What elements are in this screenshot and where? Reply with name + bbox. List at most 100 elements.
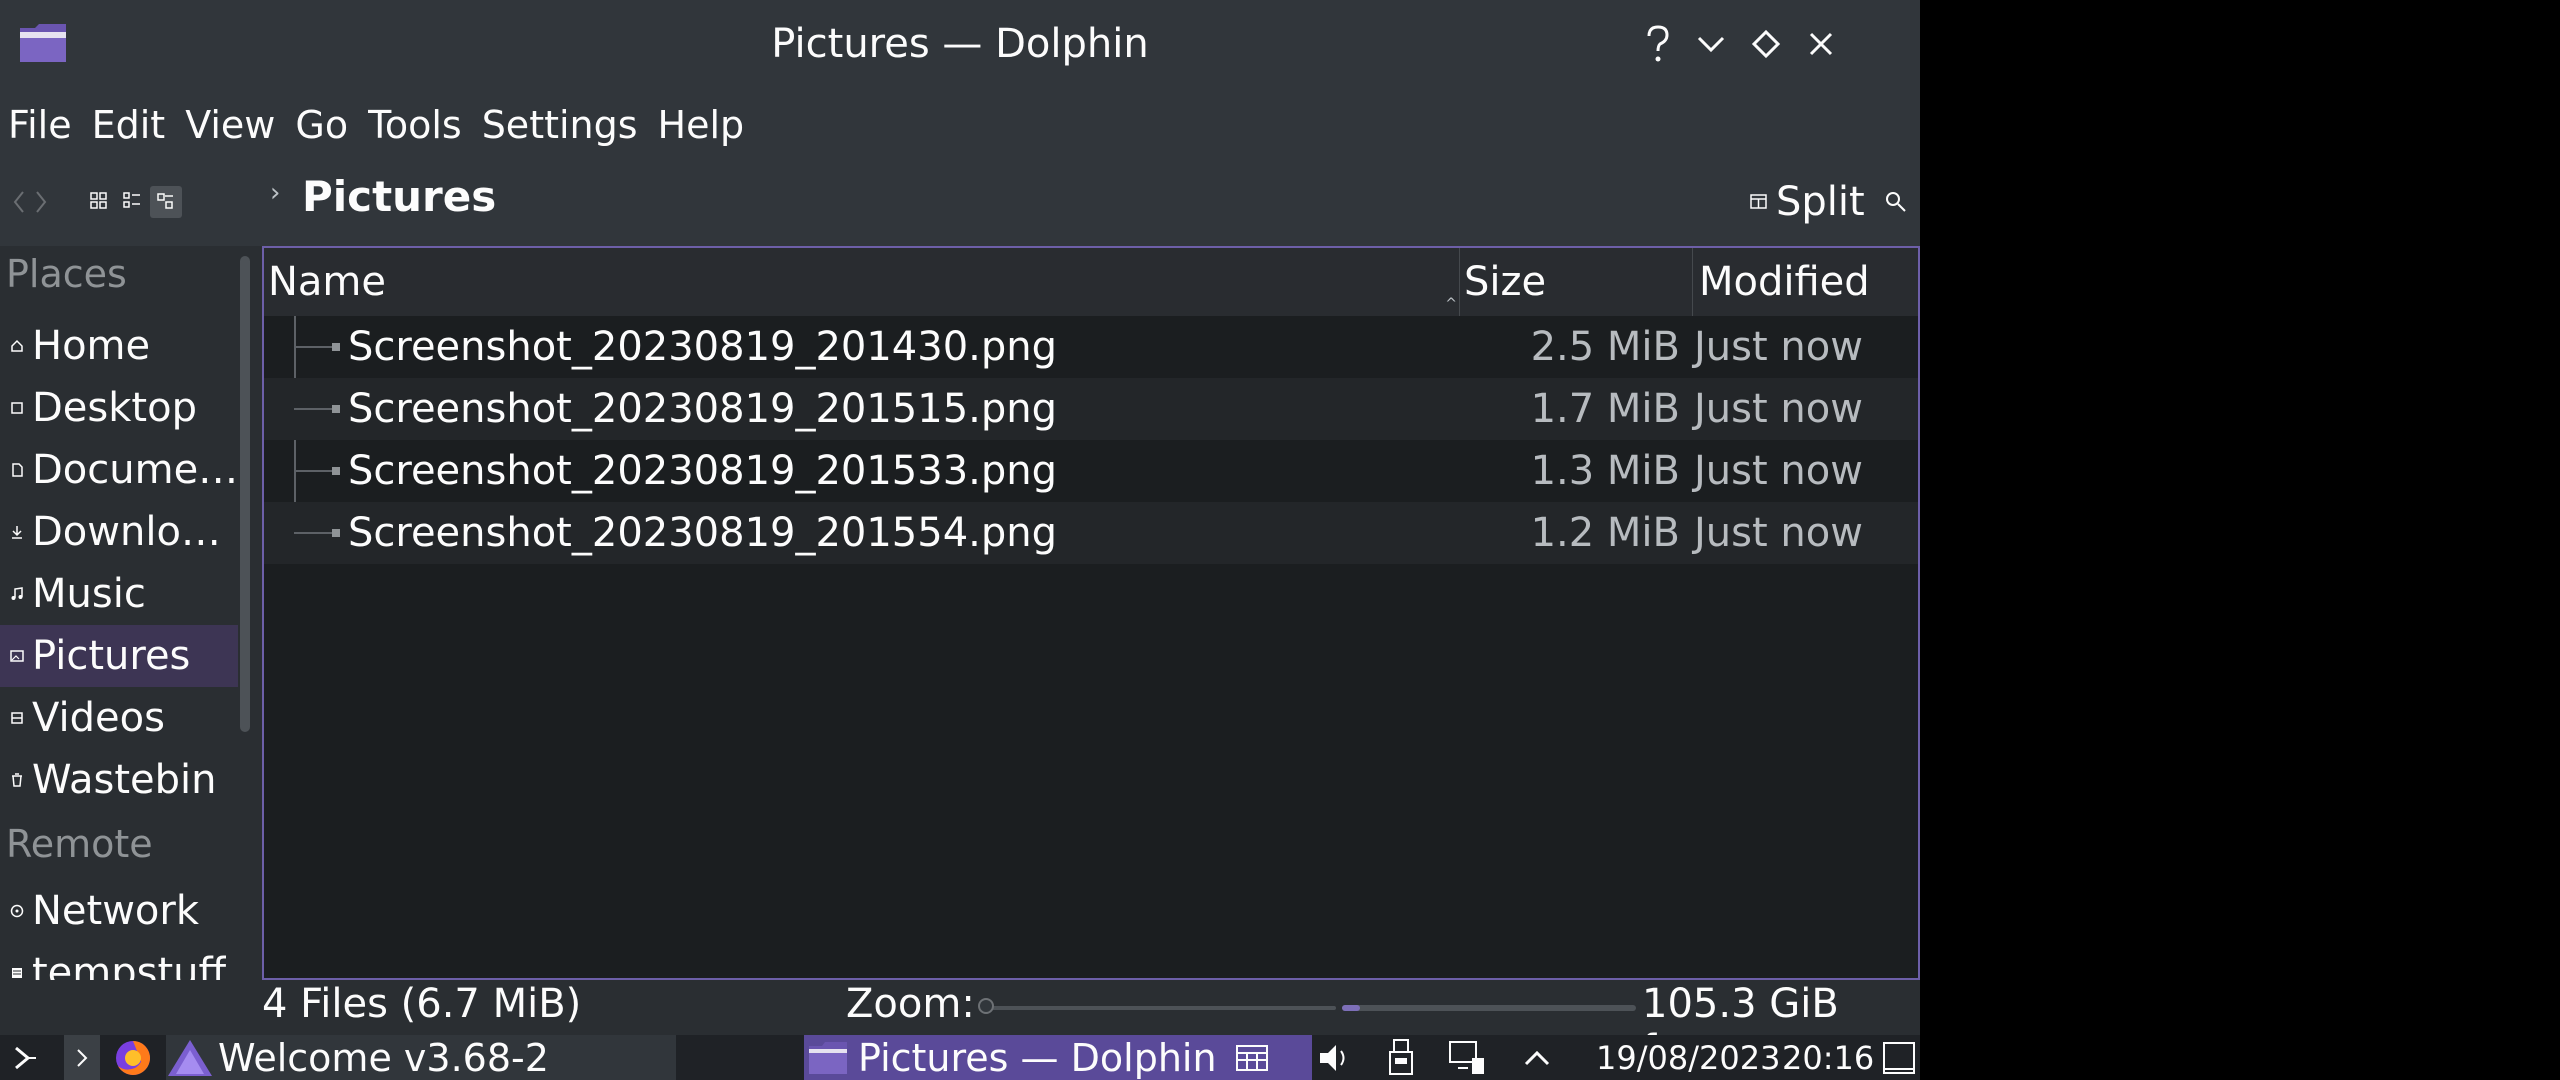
image-file-icon xyxy=(332,529,340,537)
usb-device-icon[interactable] xyxy=(1386,1035,1416,1080)
file-count: 4 Files (6.7 MiB) xyxy=(262,981,582,1027)
network-status-icon[interactable] xyxy=(1448,1035,1486,1080)
sidebar-item-desktop[interactable]: Desktop xyxy=(0,377,238,439)
app-launcher-button[interactable] xyxy=(8,1035,38,1080)
dolphin-window: Pictures — Dolphin File Edit View Go Too… xyxy=(0,0,1920,1035)
file-size: 1.7 MiB xyxy=(1530,386,1680,432)
sidebar-item-videos[interactable]: Videos xyxy=(0,687,238,749)
column-size-label: Size xyxy=(1464,259,1547,305)
column-header-size[interactable]: Size xyxy=(1460,248,1693,316)
file-modified: Just now xyxy=(1694,510,1863,556)
image-file-icon xyxy=(332,343,340,351)
task-welcome[interactable]: Welcome v3.68-2 xyxy=(166,1035,676,1080)
show-more-button[interactable] xyxy=(64,1035,100,1080)
zoom-slider[interactable] xyxy=(986,1006,1336,1010)
file-modified: Just now xyxy=(1694,448,1863,494)
file-view[interactable]: Name ^ Size Modified Screenshot_20230819… xyxy=(262,246,1920,980)
task-title: Welcome v3.68-2 xyxy=(218,1035,549,1080)
sidebar-item-pictures[interactable]: Pictures xyxy=(0,625,238,687)
back-icon[interactable] xyxy=(12,188,26,216)
free-space: 105.3 GiB free xyxy=(1642,981,1839,1035)
menu-tools[interactable]: Tools xyxy=(358,88,472,162)
tree-branch xyxy=(294,532,332,534)
table-row[interactable]: Screenshot_20230819_201533.png 1.3 MiB J… xyxy=(264,440,1918,502)
downloads-icon xyxy=(9,524,25,540)
network-icon xyxy=(9,903,25,919)
table-row[interactable]: Screenshot_20230819_201554.png 1.2 MiB J… xyxy=(264,502,1918,564)
sidebar-item-network[interactable]: Network xyxy=(0,880,238,942)
menu-file[interactable]: File xyxy=(0,88,82,162)
help-icon[interactable] xyxy=(1632,18,1684,70)
column-header-name[interactable]: Name ^ xyxy=(264,248,1460,316)
sidebar-item-label: Videos xyxy=(32,695,165,741)
date-display[interactable]: 19/08/2023 xyxy=(1596,1035,1780,1080)
launcher-icon xyxy=(15,1046,36,1069)
sidebar-item-home[interactable]: Home xyxy=(0,315,238,377)
column-header-modified[interactable]: Modified xyxy=(1693,248,1918,316)
window-group-icon xyxy=(1235,1044,1268,1071)
compact-view-icon[interactable] xyxy=(123,192,141,210)
sidebar-item-label: Downlo… xyxy=(32,509,221,555)
sidebar-item-label: Music xyxy=(32,571,146,617)
welcome-app-icon xyxy=(168,1039,212,1076)
table-row[interactable]: Screenshot_20230819_201430.png 2.5 MiB J… xyxy=(264,316,1918,378)
tree-branch xyxy=(294,346,332,348)
sidebar-scrollbar[interactable] xyxy=(240,256,250,732)
sidebar-item-documents[interactable]: Docume… xyxy=(0,439,238,501)
sidebar-item-label: Docume… xyxy=(31,447,238,493)
file-size: 2.5 MiB xyxy=(1530,324,1680,370)
music-icon xyxy=(9,586,25,602)
breadcrumb-chevron-icon[interactable]: › xyxy=(270,178,280,208)
close-icon[interactable] xyxy=(1795,18,1847,70)
image-file-icon xyxy=(332,467,340,475)
breadcrumb[interactable]: Pictures xyxy=(302,172,496,221)
sidebar-item-label: Network xyxy=(32,888,200,934)
tray-expand-icon[interactable] xyxy=(1522,1035,1552,1080)
column-name-label: Name xyxy=(268,259,387,305)
task-dolphin[interactable]: Pictures — Dolphin xyxy=(804,1035,1312,1080)
details-view-button[interactable] xyxy=(150,186,182,218)
split-label: Split xyxy=(1776,179,1865,225)
title-bar[interactable]: Pictures — Dolphin xyxy=(0,0,1920,88)
sidebar-item-music[interactable]: Music xyxy=(0,563,238,625)
disk-space-bar xyxy=(1342,1005,1636,1011)
sidebar-item-label: Wastebin xyxy=(32,757,217,803)
table-row[interactable]: Screenshot_20230819_201515.png 1.7 MiB J… xyxy=(264,378,1918,440)
menu-help[interactable]: Help xyxy=(648,88,755,162)
search-icon[interactable] xyxy=(1884,190,1908,214)
menu-settings[interactable]: Settings xyxy=(472,88,648,162)
task-title: Pictures — Dolphin xyxy=(858,1035,1217,1080)
sidebar-item-label: Desktop xyxy=(32,385,197,431)
icons-view-icon[interactable] xyxy=(90,192,108,210)
disk-space-fill xyxy=(1342,1005,1360,1011)
details-view-icon xyxy=(157,193,173,209)
file-name: Screenshot_20230819_201515.png xyxy=(348,386,1058,432)
file-modified: Just now xyxy=(1694,324,1863,370)
volume-icon[interactable] xyxy=(1316,1035,1356,1080)
date-text: 19/08/2023 xyxy=(1596,1038,1781,1077)
videos-icon xyxy=(9,710,25,726)
sidebar-item-downloads[interactable]: Downlo… xyxy=(0,501,238,563)
sidebar-item-wastebin[interactable]: Wastebin xyxy=(0,749,238,811)
firefox-icon xyxy=(116,1040,150,1075)
time-display[interactable]: 20:16 xyxy=(1782,1035,1874,1080)
minimize-icon[interactable] xyxy=(1685,18,1737,70)
file-modified: Just now xyxy=(1694,386,1863,432)
file-name: Screenshot_20230819_201554.png xyxy=(348,510,1058,556)
split-button[interactable]: Split xyxy=(1750,172,1865,232)
file-name: Screenshot_20230819_201430.png xyxy=(348,324,1058,370)
menu-edit[interactable]: Edit xyxy=(82,88,176,162)
firefox-launcher[interactable] xyxy=(113,1035,153,1080)
sidebar-item-label: Pictures xyxy=(32,633,191,679)
maximize-icon[interactable] xyxy=(1740,18,1792,70)
menu-view[interactable]: View xyxy=(175,88,285,162)
zoom-slider-handle[interactable] xyxy=(978,998,994,1014)
chevron-right-icon xyxy=(77,1048,88,1067)
forward-icon[interactable] xyxy=(34,188,48,216)
file-size: 1.3 MiB xyxy=(1530,448,1680,494)
show-desktop-icon[interactable] xyxy=(1882,1035,1916,1080)
menu-go[interactable]: Go xyxy=(285,88,358,162)
tree-branch xyxy=(294,470,332,472)
wastebin-icon xyxy=(9,772,25,788)
tree-branch xyxy=(294,408,332,410)
